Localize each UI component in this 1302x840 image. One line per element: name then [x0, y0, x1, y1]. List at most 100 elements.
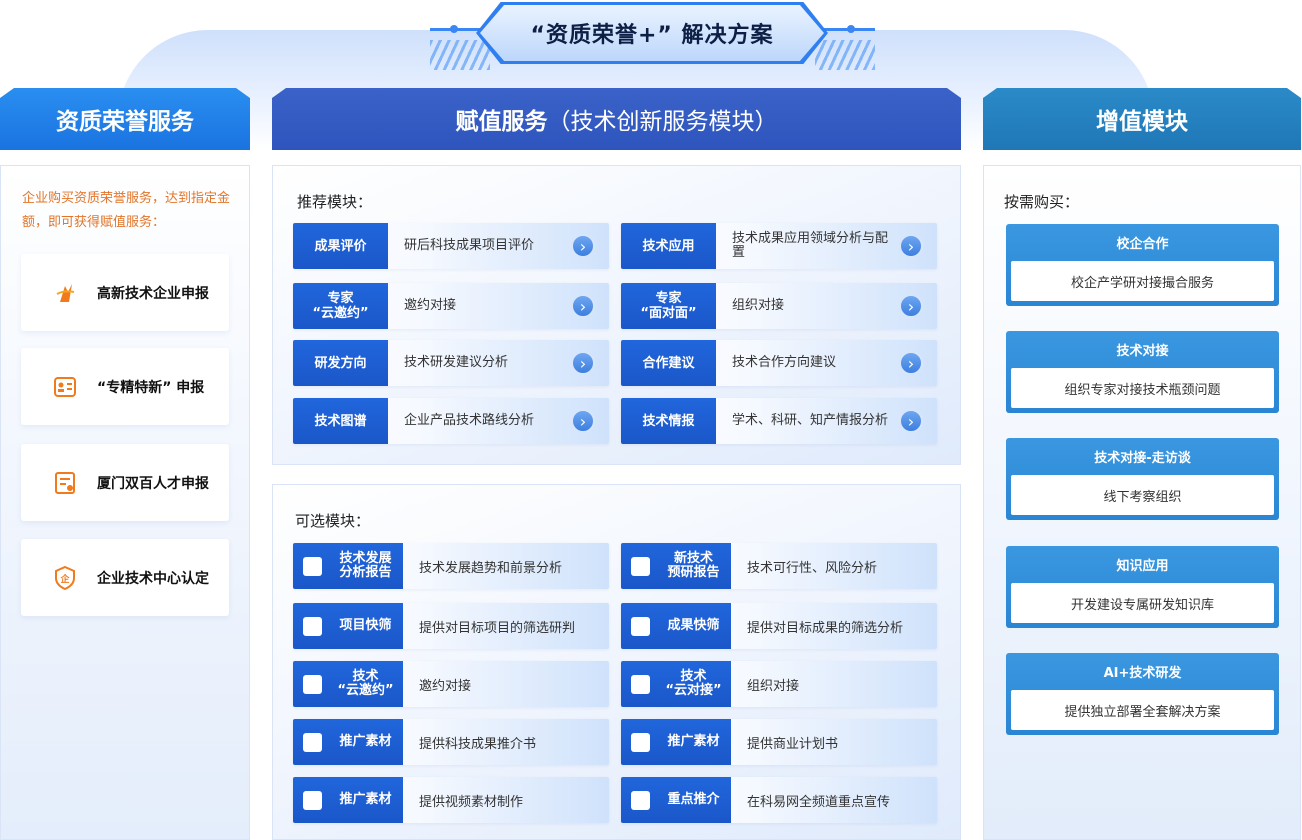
service-card-label: 厦门双百人才申报: [97, 475, 209, 492]
decor-dot-left: [450, 25, 458, 33]
recommended-module[interactable]: 研发方向 技术研发建议分析 ›: [293, 340, 609, 386]
checkbox[interactable]: [631, 556, 650, 576]
addon-card-desc: 开发建设专属研发知识库: [1011, 583, 1274, 623]
checkbox[interactable]: [303, 732, 322, 752]
checkbox[interactable]: [631, 674, 650, 694]
module-desc: 研后科技成果项目评价: [404, 238, 535, 253]
module-tag: 专家 “云邀约”: [293, 283, 388, 329]
module-desc: 技术发展趋势和前景分析: [419, 560, 563, 576]
optional-module[interactable]: 成果快筛 提供对目标成果的筛选分析: [621, 603, 937, 649]
chevron-right-icon[interactable]: ›: [571, 409, 595, 433]
chevron-right-icon[interactable]: ›: [571, 234, 595, 258]
recommended-module[interactable]: 技术图谱 企业产品技术路线分析 ›: [293, 398, 609, 444]
optional-module[interactable]: 推广素材 提供科技成果推介书: [293, 719, 609, 765]
addon-card-desc: 校企产学研对接撮合服务: [1011, 261, 1274, 301]
column-header-addon-text: 增值模块: [1096, 109, 1188, 135]
decor-stripes-left: [430, 40, 490, 70]
honors-intro: 企业购买资质荣誉服务，达到指定金额，即可获得赋值服务：: [22, 191, 231, 230]
module-desc: 技术成果应用领域分析与配置: [732, 231, 889, 260]
addon-card[interactable]: 校企合作 校企产学研对接撮合服务: [1006, 224, 1279, 306]
optional-module[interactable]: 技术 “云对接” 组织对接: [621, 661, 937, 707]
column-header-value-text: 赋值服务: [455, 109, 548, 135]
recommended-module[interactable]: 合作建议 技术合作方向建议 ›: [621, 340, 937, 386]
module-desc: 技术合作方向建议: [732, 355, 837, 370]
chevron-right-icon[interactable]: ›: [571, 351, 595, 375]
module-tag: 专家 “面对面”: [621, 283, 716, 329]
module-desc: 组织对接: [732, 298, 785, 313]
optional-module[interactable]: 项目快筛 提供对目标项目的筛选研判: [293, 603, 609, 649]
module-desc: 在科易网全频道重点宣传: [747, 794, 891, 810]
optional-module[interactable]: 技术 “云邀约” 邀约对接: [293, 661, 609, 707]
recommended-label: 推荐模块：: [297, 193, 373, 211]
checkbox[interactable]: [631, 790, 650, 810]
checkbox[interactable]: [303, 674, 322, 694]
chevron-right-icon[interactable]: ›: [899, 351, 923, 375]
module-desc: 提供科技成果推介书: [419, 736, 537, 752]
optional-label: 可选模块：: [295, 512, 371, 530]
module-tag: 研发方向: [293, 340, 388, 386]
optional-module[interactable]: 新技术 预研报告 技术可行性、风险分析: [621, 543, 937, 589]
module-desc: 提供视频素材制作: [419, 794, 524, 810]
service-card-specialized[interactable]: “专精特新” 申报: [21, 348, 229, 425]
module-tag: 技术 “云邀约”: [337, 669, 394, 698]
svg-text:企: 企: [59, 573, 70, 585]
recommended-module[interactable]: 技术应用 技术成果应用领域分析与配置 ›: [621, 223, 937, 269]
module-desc: 技术可行性、风险分析: [747, 560, 878, 576]
checkbox[interactable]: [303, 790, 322, 810]
addon-card[interactable]: AI+技术研发 提供独立部署全套解决方案: [1006, 653, 1279, 735]
column-header-value: 赋值服务 （技术创新服务模块）: [272, 88, 961, 150]
module-tag: 成果快筛: [667, 618, 720, 633]
addon-card[interactable]: 知识应用 开发建设专属研发知识库: [1006, 546, 1279, 628]
module-tag: 推广素材: [339, 792, 392, 807]
recommended-module[interactable]: 技术情报 学术、科研、知产情报分析 ›: [621, 398, 937, 444]
module-tag: 新技术 预研报告: [667, 551, 720, 580]
chevron-right-icon[interactable]: ›: [899, 294, 923, 318]
checkbox[interactable]: [303, 616, 322, 636]
chevron-right-icon[interactable]: ›: [571, 294, 595, 318]
column-header-addon: 增值模块: [983, 88, 1301, 150]
module-desc: 邀约对接: [419, 678, 472, 694]
module-desc: 邀约对接: [404, 298, 457, 313]
module-tag: 成果评价: [293, 223, 388, 269]
addon-card-title: AI+技术研发: [1103, 665, 1182, 681]
recommended-module[interactable]: 专家 “云邀约” 邀约对接 ›: [293, 283, 609, 329]
optional-module[interactable]: 技术发展 分析报告 技术发展趋势和前景分析: [293, 543, 609, 589]
module-tag: 技术发展 分析报告: [339, 551, 392, 580]
module-desc: 提供对目标项目的筛选研判: [419, 620, 576, 636]
module-desc: 提供对目标成果的筛选分析: [747, 620, 904, 636]
module-tag: 技术 “云对接”: [665, 669, 722, 698]
module-tag: 推广素材: [339, 734, 392, 749]
optional-module[interactable]: 推广素材 提供视频素材制作: [293, 777, 609, 823]
chevron-right-icon[interactable]: ›: [899, 409, 923, 433]
service-card-high-tech[interactable]: 高新技术企业申报: [21, 254, 229, 331]
recommended-module[interactable]: 专家 “面对面” 组织对接 ›: [621, 283, 937, 329]
module-desc: 学术、科研、知产情报分析: [732, 413, 889, 428]
module-tag: 项目快筛: [339, 618, 392, 633]
module-desc: 组织对接: [747, 678, 800, 694]
addon-card-title: 技术对接-走访谈: [1094, 450, 1191, 466]
service-card-talent[interactable]: 厦门双百人才申报: [21, 444, 229, 521]
addon-card-desc: 提供独立部署全套解决方案: [1011, 690, 1274, 730]
decor-dot-right: [847, 25, 855, 33]
column-header-value-sub: （技术创新服务模块）: [547, 109, 778, 135]
addon-card[interactable]: 技术对接 组织专家对接技术瓶颈问题: [1006, 331, 1279, 413]
module-tag: 重点推介: [667, 792, 720, 807]
service-card-tech-center[interactable]: 企 企业技术中心认定: [21, 539, 229, 616]
addon-card-desc: 线下考察组织: [1011, 475, 1274, 515]
optional-module[interactable]: 重点推介 在科易网全频道重点宣传: [621, 777, 937, 823]
recommended-module[interactable]: 成果评价 研后科技成果项目评价 ›: [293, 223, 609, 269]
module-tag: 技术图谱: [293, 398, 388, 444]
checkbox[interactable]: [631, 732, 650, 752]
module-tag: 技术情报: [621, 398, 716, 444]
title-banner: “资质荣誉+” 解决方案: [430, 0, 875, 70]
id-card-icon: [51, 373, 79, 401]
service-card-label: “专精特新” 申报: [97, 379, 205, 396]
module-desc: 提供商业计划书: [747, 736, 839, 752]
checkbox[interactable]: [631, 616, 650, 636]
optional-module[interactable]: 推广素材 提供商业计划书: [621, 719, 937, 765]
addon-card-title: 校企合作: [1116, 236, 1169, 252]
checkbox[interactable]: [303, 556, 322, 576]
module-tag: 推广素材: [667, 734, 720, 749]
chevron-right-icon[interactable]: ›: [899, 234, 923, 258]
addon-card[interactable]: 技术对接-走访谈 线下考察组织: [1006, 438, 1279, 520]
